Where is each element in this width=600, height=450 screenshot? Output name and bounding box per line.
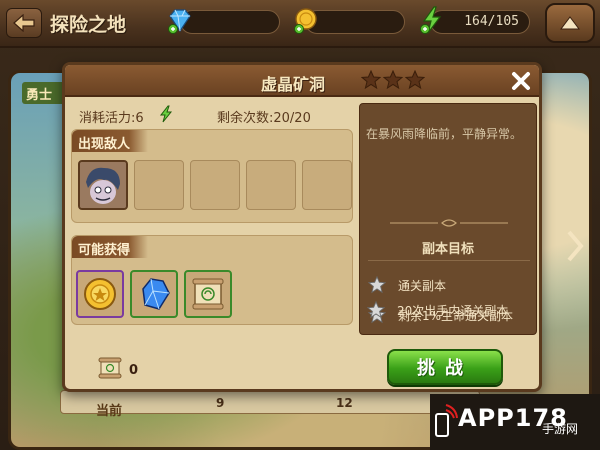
enemy-slot-empty	[134, 160, 184, 210]
enemy-slot-empty	[302, 160, 352, 210]
enemy-slot-empty	[190, 160, 240, 210]
star-icon	[367, 301, 385, 319]
page-title: 探险之地	[50, 14, 127, 36]
top-bar: 探险之地 164/105	[0, 0, 600, 48]
chevron-right-icon	[567, 230, 584, 262]
stage-dialog: 虚晶矿洞 消耗活力:6 剩余次数:20/20 出现敌人 可能获得 在暴风雨降临前…	[62, 62, 542, 392]
dialog-title: 虚晶矿洞	[261, 75, 326, 94]
menu-button[interactable]	[545, 3, 595, 43]
enemies-section: 出现敌人	[71, 129, 353, 223]
diamond-icon	[168, 9, 191, 34]
remaining-attempts: 剩余次数:20/20	[217, 111, 311, 126]
next-page-button[interactable]	[564, 228, 586, 264]
star-icon	[383, 70, 403, 90]
enemy-portrait[interactable]	[78, 160, 128, 210]
wifi-phone-icon	[435, 404, 458, 437]
gold-coin-icon	[84, 278, 116, 310]
gold-coin-icon	[294, 8, 317, 34]
triangle-up-icon	[560, 16, 580, 30]
lightning-icon	[420, 6, 442, 34]
close-button[interactable]	[507, 67, 535, 95]
reward-item[interactable]	[130, 270, 178, 318]
site-watermark: APP178 手游网	[430, 394, 600, 450]
enemy-slot-empty	[246, 160, 296, 210]
rewards-section: 可能获得	[71, 235, 353, 325]
rewards-section-title: 可能获得	[72, 236, 149, 258]
energy-add-button[interactable]	[416, 4, 448, 36]
back-arrow-icon	[13, 14, 35, 32]
stage-progress-bar	[60, 390, 480, 414]
objective-label: 20次出手内通关副本	[397, 303, 509, 318]
lightning-icon	[159, 105, 173, 123]
progress-tick: 9	[216, 396, 225, 410]
objective-item: 通关副本	[368, 274, 446, 296]
difficulty-stars	[361, 70, 425, 90]
reward-item[interactable]	[184, 270, 232, 318]
challenge-button[interactable]: 挑战	[387, 349, 503, 385]
sweep-ticket-count: 0	[129, 363, 139, 378]
ornament-icon	[390, 219, 508, 227]
enemies-section-title: 出现敌人	[72, 130, 149, 152]
close-icon	[512, 72, 530, 90]
star-icon	[361, 70, 381, 90]
gold-add-button[interactable]	[290, 4, 322, 36]
objective-label: 通关副本	[398, 278, 447, 293]
objective-item: 20次出手内通关副本	[367, 299, 508, 321]
ornament-divider	[390, 218, 508, 228]
star-icon	[405, 70, 425, 90]
progress-tick: 12	[336, 396, 353, 410]
dialog-header: 虚晶矿洞	[65, 65, 539, 97]
watermark-subtitle: 手游网	[542, 422, 579, 436]
blue-crystal-icon	[142, 278, 170, 310]
stamina-cost: 消耗活力:6	[79, 111, 144, 126]
objectives-title: 副本目标	[422, 242, 475, 257]
energy-value: 164/105	[464, 14, 519, 29]
stage-description: 在暴风雨降临前，平静异常。	[366, 127, 523, 141]
back-button[interactable]	[6, 8, 42, 38]
enemy-avatar-icon	[80, 162, 126, 208]
scroll-icon	[98, 357, 122, 379]
divider	[368, 260, 530, 261]
scroll-icon	[192, 278, 224, 310]
current-marker-label: 当前	[96, 404, 123, 419]
sweep-ticket	[95, 355, 125, 381]
reward-item[interactable]	[76, 270, 124, 318]
star-icon	[368, 276, 386, 294]
diamond-add-button[interactable]	[164, 4, 196, 36]
